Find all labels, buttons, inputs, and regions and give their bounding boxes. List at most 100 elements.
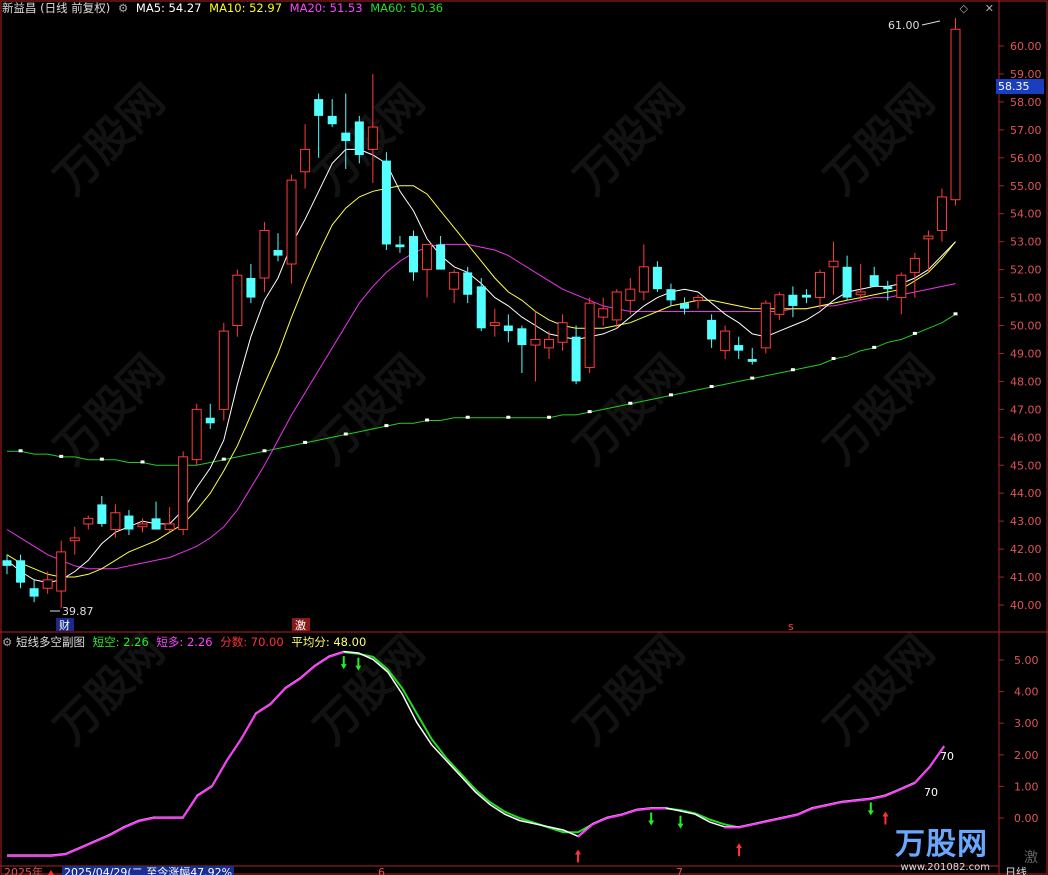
price-tick-label: 50.00 <box>1010 320 1042 333</box>
candle-body <box>693 297 704 301</box>
ma60-dot <box>59 454 64 458</box>
sub-settings-icon[interactable]: ⚙ <box>2 635 12 649</box>
ma60-dot <box>384 424 389 428</box>
ma60-dot <box>709 384 714 388</box>
price-tick-label: 46.00 <box>1010 431 1042 444</box>
sell-arrow-head <box>340 664 347 670</box>
watermark-text: 万股网 <box>45 75 174 204</box>
candle-body <box>367 126 378 150</box>
candle-body <box>666 289 676 301</box>
ma60-dot <box>506 415 511 419</box>
price-tick-label: 56.00 <box>1010 152 1042 165</box>
month-6: 6 <box>378 866 385 875</box>
price-tick-label: 43.00 <box>1010 515 1042 528</box>
price-tick-label: 49.00 <box>1010 347 1042 360</box>
candle-body <box>56 551 67 592</box>
ma60-dot <box>99 457 104 461</box>
short-long-segment <box>299 665 316 680</box>
osc-axis: 0.00 1.00 2.00 3.00 4.00 5.00 <box>999 654 1039 825</box>
candle-body <box>517 328 527 346</box>
ma60-dot <box>343 432 348 436</box>
candle-body <box>205 417 215 424</box>
candle-body <box>896 274 907 299</box>
buy-arrow-head <box>736 843 743 849</box>
candle-body <box>571 336 581 382</box>
marker-ji: 激 <box>295 618 306 632</box>
diamond-icon[interactable]: ◇ <box>960 2 968 15</box>
short-long-label: 短多: 2.26 <box>156 635 213 649</box>
ma60-dot <box>465 415 470 419</box>
candle-body <box>530 338 541 346</box>
candle-body <box>29 588 39 597</box>
short-long-segment <box>225 738 243 762</box>
watermark-text: 万股网 <box>815 625 944 754</box>
candle-body <box>449 271 460 290</box>
short-long-segment <box>313 656 330 668</box>
date-range: 2025/04/29(二 至今涨幅47.92% <box>64 865 232 875</box>
signal-arrows <box>47 656 889 875</box>
ma60-dot <box>262 449 267 453</box>
short-long-segment <box>592 817 608 826</box>
price-tick-label: 57.00 <box>1010 124 1042 137</box>
candle-body <box>463 272 473 295</box>
osc-tick-label: 5.00 <box>1014 654 1039 667</box>
short-long-segment <box>109 826 125 837</box>
sell-arrow-head <box>677 823 684 829</box>
candle-body <box>178 456 189 531</box>
price-tick-label: 48.00 <box>1010 375 1042 388</box>
candle-body <box>409 236 418 273</box>
marker-cai: 财 <box>59 618 70 632</box>
price-tick-label: 47.00 <box>1010 403 1042 416</box>
short-long-segment <box>621 809 637 816</box>
buy-arrow-head <box>882 811 889 817</box>
price-tick-label: 54.00 <box>1010 208 1042 221</box>
candle-body <box>42 579 53 589</box>
high-arrow <box>921 20 941 26</box>
candle-body <box>584 302 595 368</box>
candle-body <box>110 512 121 531</box>
price-tick-label: 60.00 <box>1010 40 1042 53</box>
watermark-layer: 万股网 万股网 万股网 万股网万股网 万股网 万股网 万股网万股网 万股网 万股网 万股网 <box>45 75 944 754</box>
candle-body <box>286 179 297 265</box>
close-icon[interactable]: ✕ <box>985 2 994 15</box>
price-tick-label: 55.00 <box>1010 180 1042 193</box>
candle-body <box>815 271 825 299</box>
candle-body <box>801 294 811 298</box>
ma60-dot <box>587 410 592 414</box>
candle-body <box>760 302 771 349</box>
candle-body <box>381 160 391 245</box>
ma60-label: MA60: 50.36 <box>370 1 444 15</box>
ma5-label: MA5: 54.27 <box>135 1 202 15</box>
candle-body <box>395 244 405 248</box>
ma60-dot <box>547 415 551 419</box>
period-label: 日线 <box>1005 865 1027 875</box>
short-long-segment <box>240 713 257 740</box>
score-label-bottom: 70 <box>924 786 938 799</box>
current-price-label: 58.35 <box>998 80 1030 93</box>
settings-icon[interactable]: ⚙ <box>118 1 128 15</box>
candle-body <box>611 291 622 321</box>
candle-body <box>625 288 636 301</box>
watermark-site: www.201082.com <box>900 862 990 873</box>
price-tick-label: 44.00 <box>1010 487 1042 500</box>
candle-body <box>273 250 283 256</box>
high-label: 61.00 <box>888 19 920 32</box>
candle-body <box>652 266 662 290</box>
short-long-segment <box>94 834 110 843</box>
candle-body <box>83 517 94 525</box>
ma60-dot <box>750 376 755 380</box>
candle-body <box>869 275 879 287</box>
price-tick-label: 51.00 <box>1010 292 1042 305</box>
short-long-segment <box>269 687 286 705</box>
short-long-segment <box>79 840 96 849</box>
candle-body <box>164 523 175 531</box>
candle-body <box>855 291 866 296</box>
short-long-segment <box>181 795 199 819</box>
candle-body <box>232 274 243 327</box>
candle-body <box>476 286 486 329</box>
short-long-segment <box>196 785 213 797</box>
candle-body <box>950 28 961 201</box>
candle-body <box>314 99 324 116</box>
price-tick-label: 53.00 <box>1010 236 1042 249</box>
osc-tick-label: 0.00 <box>1014 812 1039 825</box>
